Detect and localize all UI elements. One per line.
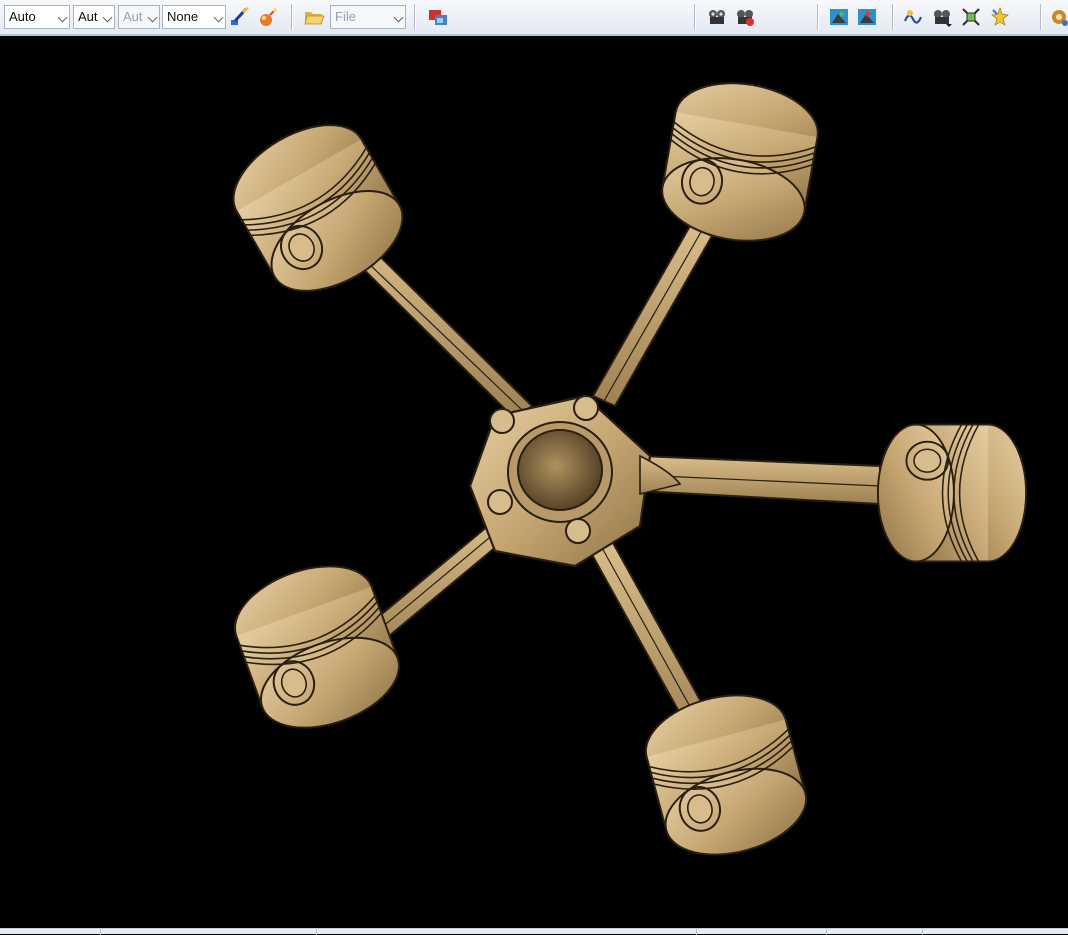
master-rod-hub [468,394,682,568]
status-divider [922,929,923,935]
catalog-icon [429,10,447,25]
linetype-combo[interactable]: Aut [73,5,115,29]
sparkle-button[interactable] [987,5,1013,29]
layer-combo-value: None [167,9,199,24]
chevron-down-icon [393,12,404,23]
magic-wand-icon [260,8,277,26]
piston-lower-right [635,680,817,870]
piston-lower-left [221,548,413,746]
toolbar: Auto Aut Aut None File [0,0,1068,36]
swap-view-icon [830,9,848,25]
settings-icon [1052,10,1068,26]
chevron-down-icon [57,12,68,23]
toolbar-separator [1040,4,1042,30]
compare-view-button[interactable] [854,5,880,29]
color-combo-value: Auto [9,9,36,24]
thickness-combo-value: Aut [123,9,143,24]
clash-button[interactable] [900,5,926,29]
status-bar [0,928,1068,935]
magic-wand-button[interactable] [255,5,281,29]
piston-right [876,423,1028,563]
radial-engine-model[interactable] [0,36,1068,928]
simulation-icon [709,10,725,24]
status-divider [826,929,827,935]
toolbar-separator [291,4,293,30]
folder-open-icon [304,12,325,25]
compare-view-icon [858,9,876,25]
sparkle-icon [991,6,1009,26]
simulation-run-button[interactable] [732,5,758,29]
color-combo[interactable]: Auto [4,5,70,29]
piston-upper-right [654,71,826,253]
painter-button[interactable] [226,5,252,29]
fit-all-icon [962,8,980,26]
linetype-combo-value: Aut [78,9,98,24]
simulation-button[interactable] [704,5,730,29]
open-button[interactable] [301,5,327,29]
file-combo-value: File [335,9,356,24]
settings-button[interactable] [1046,5,1068,29]
layer-combo[interactable]: None [162,5,226,29]
catalog-button[interactable] [425,5,451,29]
file-combo[interactable]: File [330,5,406,29]
chevron-down-icon [213,12,224,23]
clash-icon [903,10,923,24]
chevron-down-icon [147,12,158,23]
toolbar-separator [817,4,819,30]
fit-all-button[interactable] [958,5,984,29]
status-divider [696,929,697,935]
chevron-down-icon [102,12,113,23]
analysis-button[interactable] [929,5,955,29]
status-divider [100,929,101,935]
toolbar-separator [414,4,416,30]
swap-view-button[interactable] [826,5,852,29]
toolbar-separator [892,4,894,30]
3d-viewport[interactable] [0,36,1068,928]
thickness-combo[interactable]: Aut [118,5,160,29]
status-divider [316,929,317,935]
analysis-icon [934,10,952,27]
toolbar-separator [694,4,696,30]
painter-icon [231,6,249,25]
simulation-run-icon [737,10,754,26]
